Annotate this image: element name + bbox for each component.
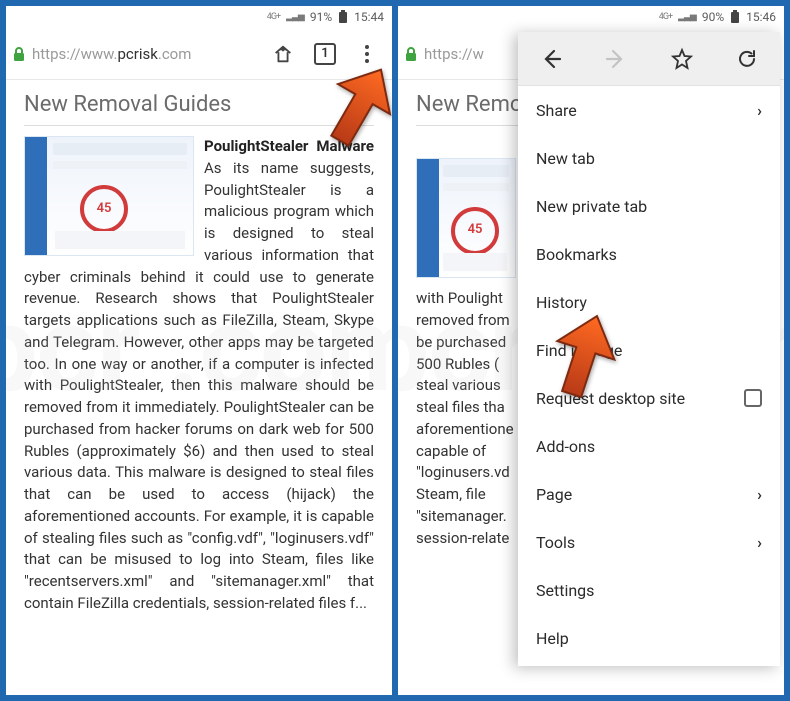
menu-item-find-in-page[interactable]: Find in page: [518, 326, 780, 374]
url-bar: https://www.pcrisk.com 1: [6, 28, 392, 80]
url-field[interactable]: https://www.pcrisk.com: [12, 45, 260, 63]
menu-label: Help: [536, 629, 569, 648]
tab-count: 1: [314, 43, 336, 65]
overflow-menu: Share › New tab New private tab Bookmark…: [518, 32, 780, 666]
battery-pct: 91%: [310, 10, 332, 24]
right-panel: 4G+ ▂▃▅ 90% 15:46 https://w pcr .com New…: [398, 6, 784, 695]
lock-icon: [404, 46, 418, 62]
status-bar: 4G+ ▂▃▅ 91% 15:44: [6, 6, 392, 28]
tabs-button[interactable]: 1: [306, 34, 344, 74]
network-type: 4G+: [267, 12, 280, 22]
menu-label: Tools: [536, 533, 575, 552]
menu-label: Add-ons: [536, 437, 595, 456]
menu-button[interactable]: [348, 34, 386, 74]
reload-icon: [735, 47, 759, 71]
url-scheme: https://: [32, 45, 81, 63]
chevron-right-icon: ›: [757, 101, 762, 120]
status-bar: 4G+ ▂▃▅ 90% 15:46: [398, 6, 784, 28]
page-content[interactable]: pcr .com New Removal Guides 45 PoulightS…: [6, 80, 392, 695]
menu-item-tools[interactable]: Tools ›: [518, 518, 780, 566]
menu-label: New private tab: [536, 197, 647, 216]
thumb-score: 45: [80, 185, 128, 233]
home-icon: [272, 43, 294, 65]
signal-icon: ▂▃▅: [678, 12, 696, 22]
arrow-left-icon: [539, 47, 563, 71]
battery-pct: 90%: [702, 10, 724, 24]
menu-nav-row: [518, 32, 780, 86]
menu-item-history[interactable]: History: [518, 278, 780, 326]
chevron-right-icon: ›: [757, 485, 762, 504]
battery-icon: [730, 10, 740, 24]
url-tld: .com: [158, 45, 192, 63]
menu-label: New tab: [536, 149, 595, 168]
article-thumbnail[interactable]: 45: [24, 136, 194, 256]
menu-item-page[interactable]: Page ›: [518, 470, 780, 518]
nav-back-button[interactable]: [525, 35, 577, 83]
menu-label: Share: [536, 101, 577, 120]
left-panel: 4G+ ▂▃▅ 91% 15:44 https://www.pcrisk.com…: [6, 6, 392, 695]
menu-item-addons[interactable]: Add-ons: [518, 422, 780, 470]
menu-item-request-desktop[interactable]: Request desktop site: [518, 374, 780, 422]
url-scheme: https://: [424, 45, 473, 63]
menu-label: Find in page: [536, 341, 622, 360]
url-host: www.: [81, 45, 118, 63]
article-thumbnail[interactable]: 45: [416, 158, 516, 278]
kebab-icon: [358, 44, 376, 64]
clock: 15:44: [354, 10, 384, 24]
star-icon: [670, 47, 694, 71]
menu-label: Settings: [536, 581, 594, 600]
bookmark-star-button[interactable]: [656, 35, 708, 83]
chevron-right-icon: ›: [757, 533, 762, 552]
menu-item-help[interactable]: Help: [518, 614, 780, 662]
menu-label: History: [536, 293, 587, 312]
menu-label: Page: [536, 485, 572, 504]
menu-item-new-private-tab[interactable]: New private tab: [518, 182, 780, 230]
section-title: New Removal Guides: [24, 92, 374, 126]
menu-item-bookmarks[interactable]: Bookmarks: [518, 230, 780, 278]
url-partial: w: [473, 45, 484, 63]
lock-icon: [12, 46, 26, 62]
menu-label: Bookmarks: [536, 245, 617, 264]
home-button[interactable]: [264, 34, 302, 74]
thumb-score: 45: [451, 207, 499, 255]
clock: 15:46: [746, 10, 776, 24]
signal-icon: ▂▃▅: [286, 12, 304, 22]
menu-item-share[interactable]: Share ›: [518, 86, 780, 134]
menu-item-new-tab[interactable]: New tab: [518, 134, 780, 182]
article: 45 PoulightStealer Malware As its name s…: [24, 136, 374, 615]
menu-label: Request desktop site: [536, 389, 685, 408]
url-domain: pcrisk: [118, 45, 158, 63]
checkbox-icon[interactable]: [744, 389, 762, 407]
nav-forward-button[interactable]: [590, 35, 642, 83]
arrow-right-icon: [604, 47, 628, 71]
battery-icon: [338, 10, 348, 24]
network-type: 4G+: [659, 12, 672, 22]
menu-item-settings[interactable]: Settings: [518, 566, 780, 614]
article-title[interactable]: PoulightStealer Malware: [204, 137, 374, 155]
reload-button[interactable]: [721, 35, 773, 83]
